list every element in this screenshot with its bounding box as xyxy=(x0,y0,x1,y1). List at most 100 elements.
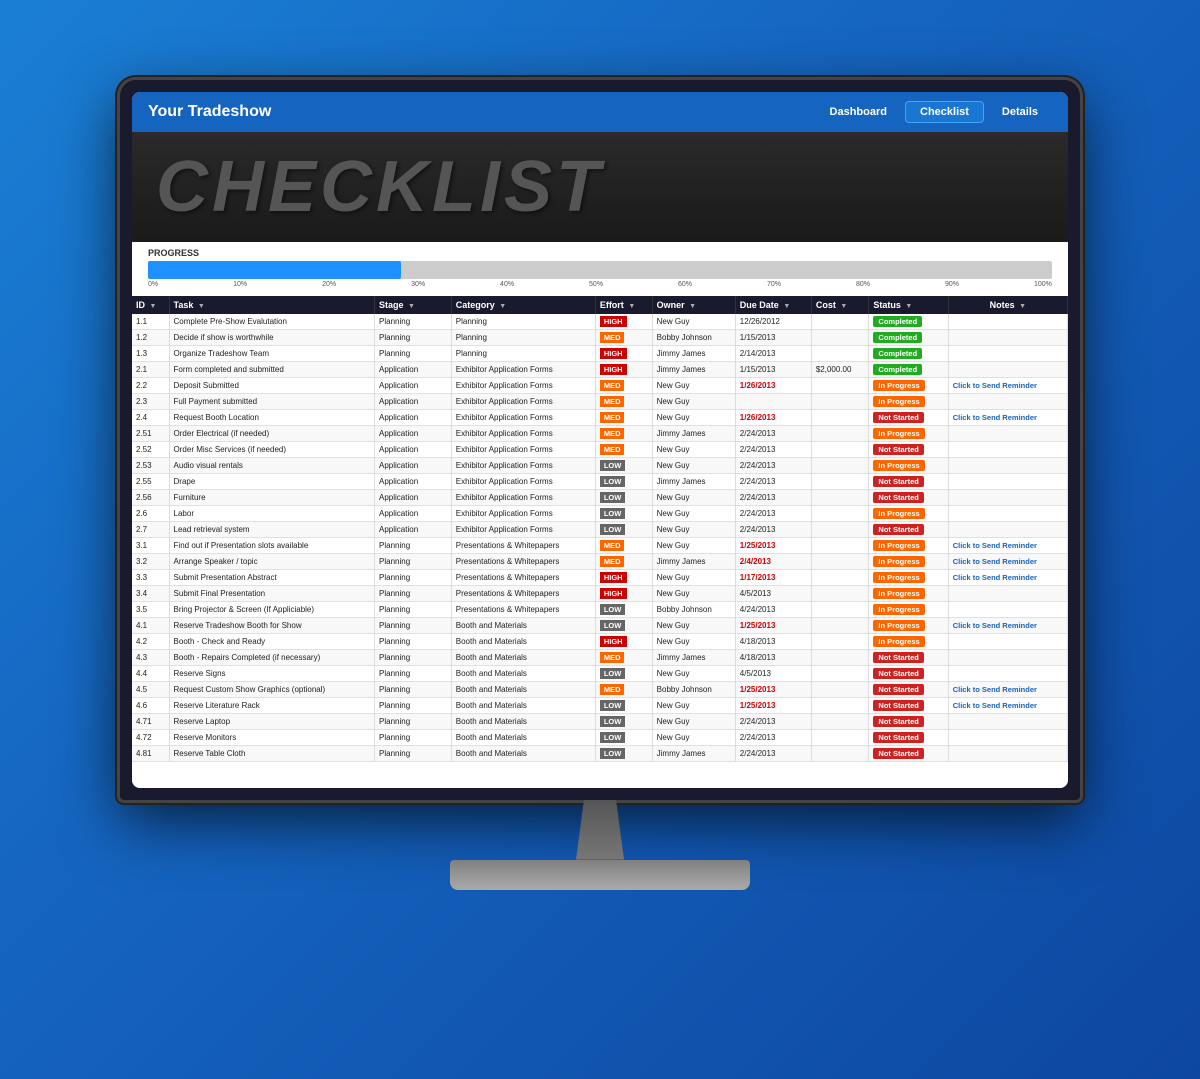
table-row: 4.1 Reserve Tradeshow Booth for Show Pla… xyxy=(132,617,1068,633)
cell-task: Full Payment submitted xyxy=(169,393,374,409)
cell-owner: New Guy xyxy=(652,617,735,633)
cell-stage: Planning xyxy=(375,314,452,330)
cell-duedate: 1/17/2013 xyxy=(735,569,811,585)
cell-status: Not Started xyxy=(869,745,948,761)
cell-task: Labor xyxy=(169,505,374,521)
cell-stage: Planning xyxy=(375,649,452,665)
note-link[interactable]: Click to Send Reminder xyxy=(953,573,1037,582)
cell-id: 4.4 xyxy=(132,665,169,681)
cell-duedate: 4/18/2013 xyxy=(735,633,811,649)
cell-cost xyxy=(811,569,869,585)
checklist-table: ID ▼ Task ▼ Stage ▼ Category ▼ Effort ▼ … xyxy=(132,296,1068,762)
cell-task: Submit Final Presentation xyxy=(169,585,374,601)
nav-dashboard[interactable]: Dashboard xyxy=(816,101,901,123)
cell-effort: LOW xyxy=(595,521,652,537)
cell-task: Reserve Table Cloth xyxy=(169,745,374,761)
tick-40: 40% xyxy=(500,281,514,288)
cell-cost xyxy=(811,345,869,361)
cell-duedate: 4/18/2013 xyxy=(735,649,811,665)
note-link[interactable]: Click to Send Reminder xyxy=(953,621,1037,630)
tick-30: 30% xyxy=(411,281,425,288)
note-link[interactable]: Click to Send Reminder xyxy=(953,557,1037,566)
th-notes[interactable]: Notes ▼ xyxy=(948,296,1067,314)
cell-task: Complete Pre-Show Evalutation xyxy=(169,314,374,330)
tick-20: 20% xyxy=(322,281,336,288)
cell-id: 2.53 xyxy=(132,457,169,473)
cell-stage: Planning xyxy=(375,697,452,713)
cell-duedate: 2/24/2013 xyxy=(735,473,811,489)
th-task[interactable]: Task ▼ xyxy=(169,296,374,314)
cell-notes xyxy=(948,633,1067,649)
cell-owner: New Guy xyxy=(652,697,735,713)
cell-effort: HIGH xyxy=(595,585,652,601)
cell-cost xyxy=(811,537,869,553)
monitor-base xyxy=(450,860,750,890)
cell-cost xyxy=(811,697,869,713)
cell-status: In Progress xyxy=(869,505,948,521)
cell-effort: HIGH xyxy=(595,345,652,361)
note-link[interactable]: Click to Send Reminder xyxy=(953,685,1037,694)
cell-stage: Planning xyxy=(375,681,452,697)
nav-checklist[interactable]: Checklist xyxy=(905,101,984,123)
cell-id: 2.2 xyxy=(132,377,169,393)
cell-owner: New Guy xyxy=(652,441,735,457)
cell-effort: LOW xyxy=(595,729,652,745)
cell-task: Organize Tradeshow Team xyxy=(169,345,374,361)
th-status[interactable]: Status ▼ xyxy=(869,296,948,314)
th-duedate[interactable]: Due Date ▼ xyxy=(735,296,811,314)
cell-owner: New Guy xyxy=(652,393,735,409)
nav-details[interactable]: Details xyxy=(988,101,1052,123)
cell-effort: MED xyxy=(595,681,652,697)
th-cost[interactable]: Cost ▼ xyxy=(811,296,869,314)
cell-task: Reserve Signs xyxy=(169,665,374,681)
cell-stage: Application xyxy=(375,473,452,489)
cell-owner: New Guy xyxy=(652,521,735,537)
note-link[interactable]: Click to Send Reminder xyxy=(953,541,1037,550)
cell-stage: Application xyxy=(375,505,452,521)
cell-notes: Click to Send Reminder xyxy=(948,553,1067,569)
note-link[interactable]: Click to Send Reminder xyxy=(953,701,1037,710)
cell-id: 3.4 xyxy=(132,585,169,601)
cell-category: Presentations & Whitepapers xyxy=(451,585,595,601)
cell-cost xyxy=(811,745,869,761)
cell-stage: Planning xyxy=(375,601,452,617)
table-row: 4.2 Booth - Check and Ready Planning Boo… xyxy=(132,633,1068,649)
app-title: Your Tradeshow xyxy=(148,103,816,121)
th-id[interactable]: ID ▼ xyxy=(132,296,169,314)
cell-notes xyxy=(948,345,1067,361)
cell-cost xyxy=(811,665,869,681)
cell-status: Not Started xyxy=(869,649,948,665)
note-link[interactable]: Click to Send Reminder xyxy=(953,413,1037,422)
cell-cost xyxy=(811,505,869,521)
cell-task: Reserve Laptop xyxy=(169,713,374,729)
cell-status: In Progress xyxy=(869,457,948,473)
page-title: CHECKLIST xyxy=(156,146,604,228)
tick-100: 100% xyxy=(1034,281,1052,288)
cell-task: Furniture xyxy=(169,489,374,505)
cell-duedate: 2/24/2013 xyxy=(735,521,811,537)
cell-notes xyxy=(948,505,1067,521)
cell-category: Booth and Materials xyxy=(451,681,595,697)
cell-notes xyxy=(948,585,1067,601)
th-category[interactable]: Category ▼ xyxy=(451,296,595,314)
cell-owner: Jimmy James xyxy=(652,473,735,489)
cell-stage: Application xyxy=(375,409,452,425)
cell-status: In Progress xyxy=(869,553,948,569)
note-link[interactable]: Click to Send Reminder xyxy=(953,381,1037,390)
table-row: 1.1 Complete Pre-Show Evalutation Planni… xyxy=(132,314,1068,330)
tick-50: 50% xyxy=(589,281,603,288)
th-owner[interactable]: Owner ▼ xyxy=(652,296,735,314)
cell-stage: Planning xyxy=(375,569,452,585)
cell-cost xyxy=(811,409,869,425)
progress-section: PROGRESS 0% 10% 20% 30% 40% 50% 60% 70% … xyxy=(132,242,1068,296)
monitor: Your Tradeshow Dashboard Checklist Detai… xyxy=(110,80,1090,1000)
cell-duedate xyxy=(735,393,811,409)
th-stage[interactable]: Stage ▼ xyxy=(375,296,452,314)
cell-effort: HIGH xyxy=(595,314,652,330)
cell-effort: MED xyxy=(595,649,652,665)
cell-id: 2.1 xyxy=(132,361,169,377)
cell-notes xyxy=(948,425,1067,441)
cell-category: Exhibitor Application Forms xyxy=(451,489,595,505)
th-effort[interactable]: Effort ▼ xyxy=(595,296,652,314)
cell-owner: Bobby Johnson xyxy=(652,329,735,345)
